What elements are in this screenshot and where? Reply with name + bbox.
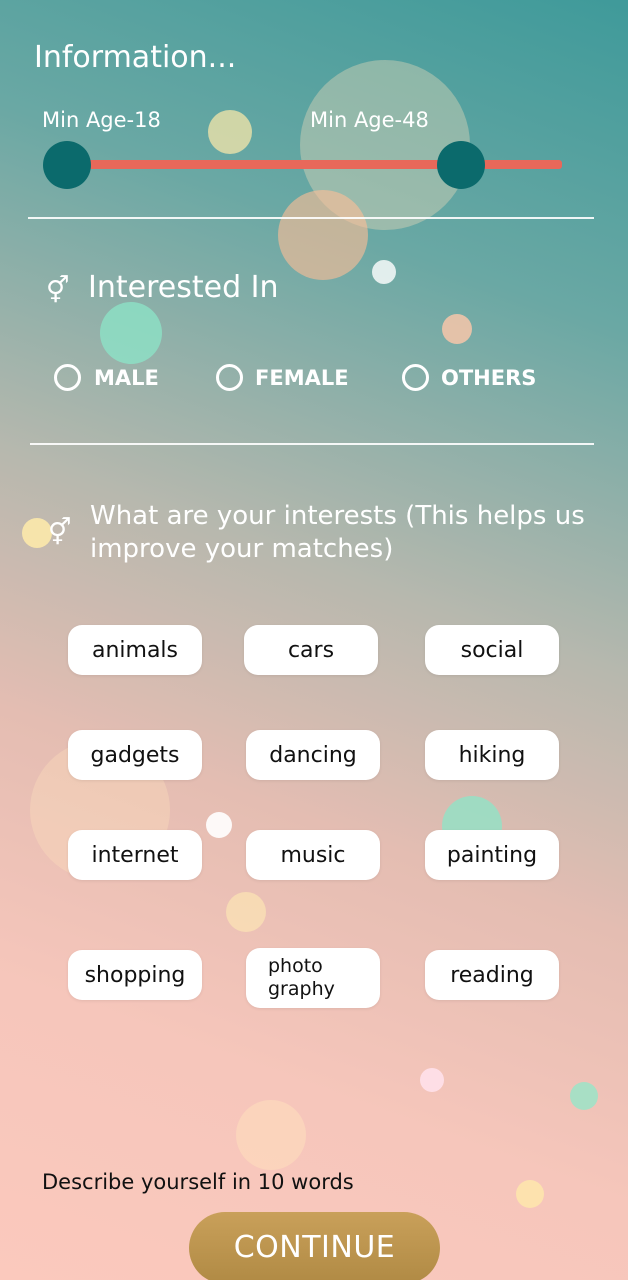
max-age-thumb[interactable] <box>437 141 485 189</box>
interest-chip-hiking[interactable]: hiking <box>425 730 559 780</box>
bokeh-decoration <box>206 812 232 838</box>
max-age-label: Min Age-48 <box>310 108 429 132</box>
bokeh-decoration <box>442 314 472 344</box>
bokeh-decoration <box>300 60 470 230</box>
describe-yourself-label: Describe yourself in 10 words <box>42 1170 354 1194</box>
age-range-track[interactable] <box>66 160 562 169</box>
gender-icon: ⚥ <box>48 518 72 548</box>
interest-chip-social[interactable]: social <box>425 625 559 675</box>
interest-chip-music[interactable]: music <box>246 830 380 880</box>
page-title: Information... <box>34 40 237 75</box>
interests-title: What are your interests (This helps us i… <box>90 501 585 564</box>
interest-chip-painting[interactable]: painting <box>425 830 559 880</box>
gender-icon: ⚥ <box>46 276 70 306</box>
bokeh-decoration <box>226 892 266 932</box>
min-age-thumb[interactable] <box>43 141 91 189</box>
radio-male[interactable] <box>54 364 81 391</box>
interest-chip-internet[interactable]: internet <box>68 830 202 880</box>
interest-chip-shopping[interactable]: shopping <box>68 950 202 1000</box>
interest-chip-animals[interactable]: animals <box>68 625 202 675</box>
bokeh-decoration <box>570 1082 598 1110</box>
interest-chip-reading[interactable]: reading <box>425 950 559 1000</box>
bokeh-decoration <box>420 1068 444 1092</box>
bokeh-decoration <box>278 190 368 280</box>
bokeh-decoration <box>208 110 252 154</box>
min-age-label: Min Age-18 <box>42 108 161 132</box>
bokeh-decoration <box>516 1180 544 1208</box>
radio-others[interactable] <box>402 364 429 391</box>
divider <box>28 217 594 219</box>
bokeh-decoration <box>100 302 162 364</box>
radio-others-label[interactable]: OTHERS <box>441 366 536 390</box>
interest-chip-cars[interactable]: cars <box>244 625 378 675</box>
interest-chip-photography[interactable]: photo graphy <box>246 948 380 1008</box>
radio-female-label[interactable]: FEMALE <box>255 366 349 390</box>
bokeh-decoration <box>236 1100 306 1170</box>
continue-button[interactable]: CONTINUE <box>189 1212 440 1280</box>
bokeh-decoration <box>372 260 396 284</box>
interest-chip-dancing[interactable]: dancing <box>246 730 380 780</box>
divider <box>30 443 594 445</box>
interested-in-title: Interested In <box>88 270 279 305</box>
radio-female[interactable] <box>216 364 243 391</box>
radio-male-label[interactable]: MALE <box>94 366 159 390</box>
interest-chip-gadgets[interactable]: gadgets <box>68 730 202 780</box>
